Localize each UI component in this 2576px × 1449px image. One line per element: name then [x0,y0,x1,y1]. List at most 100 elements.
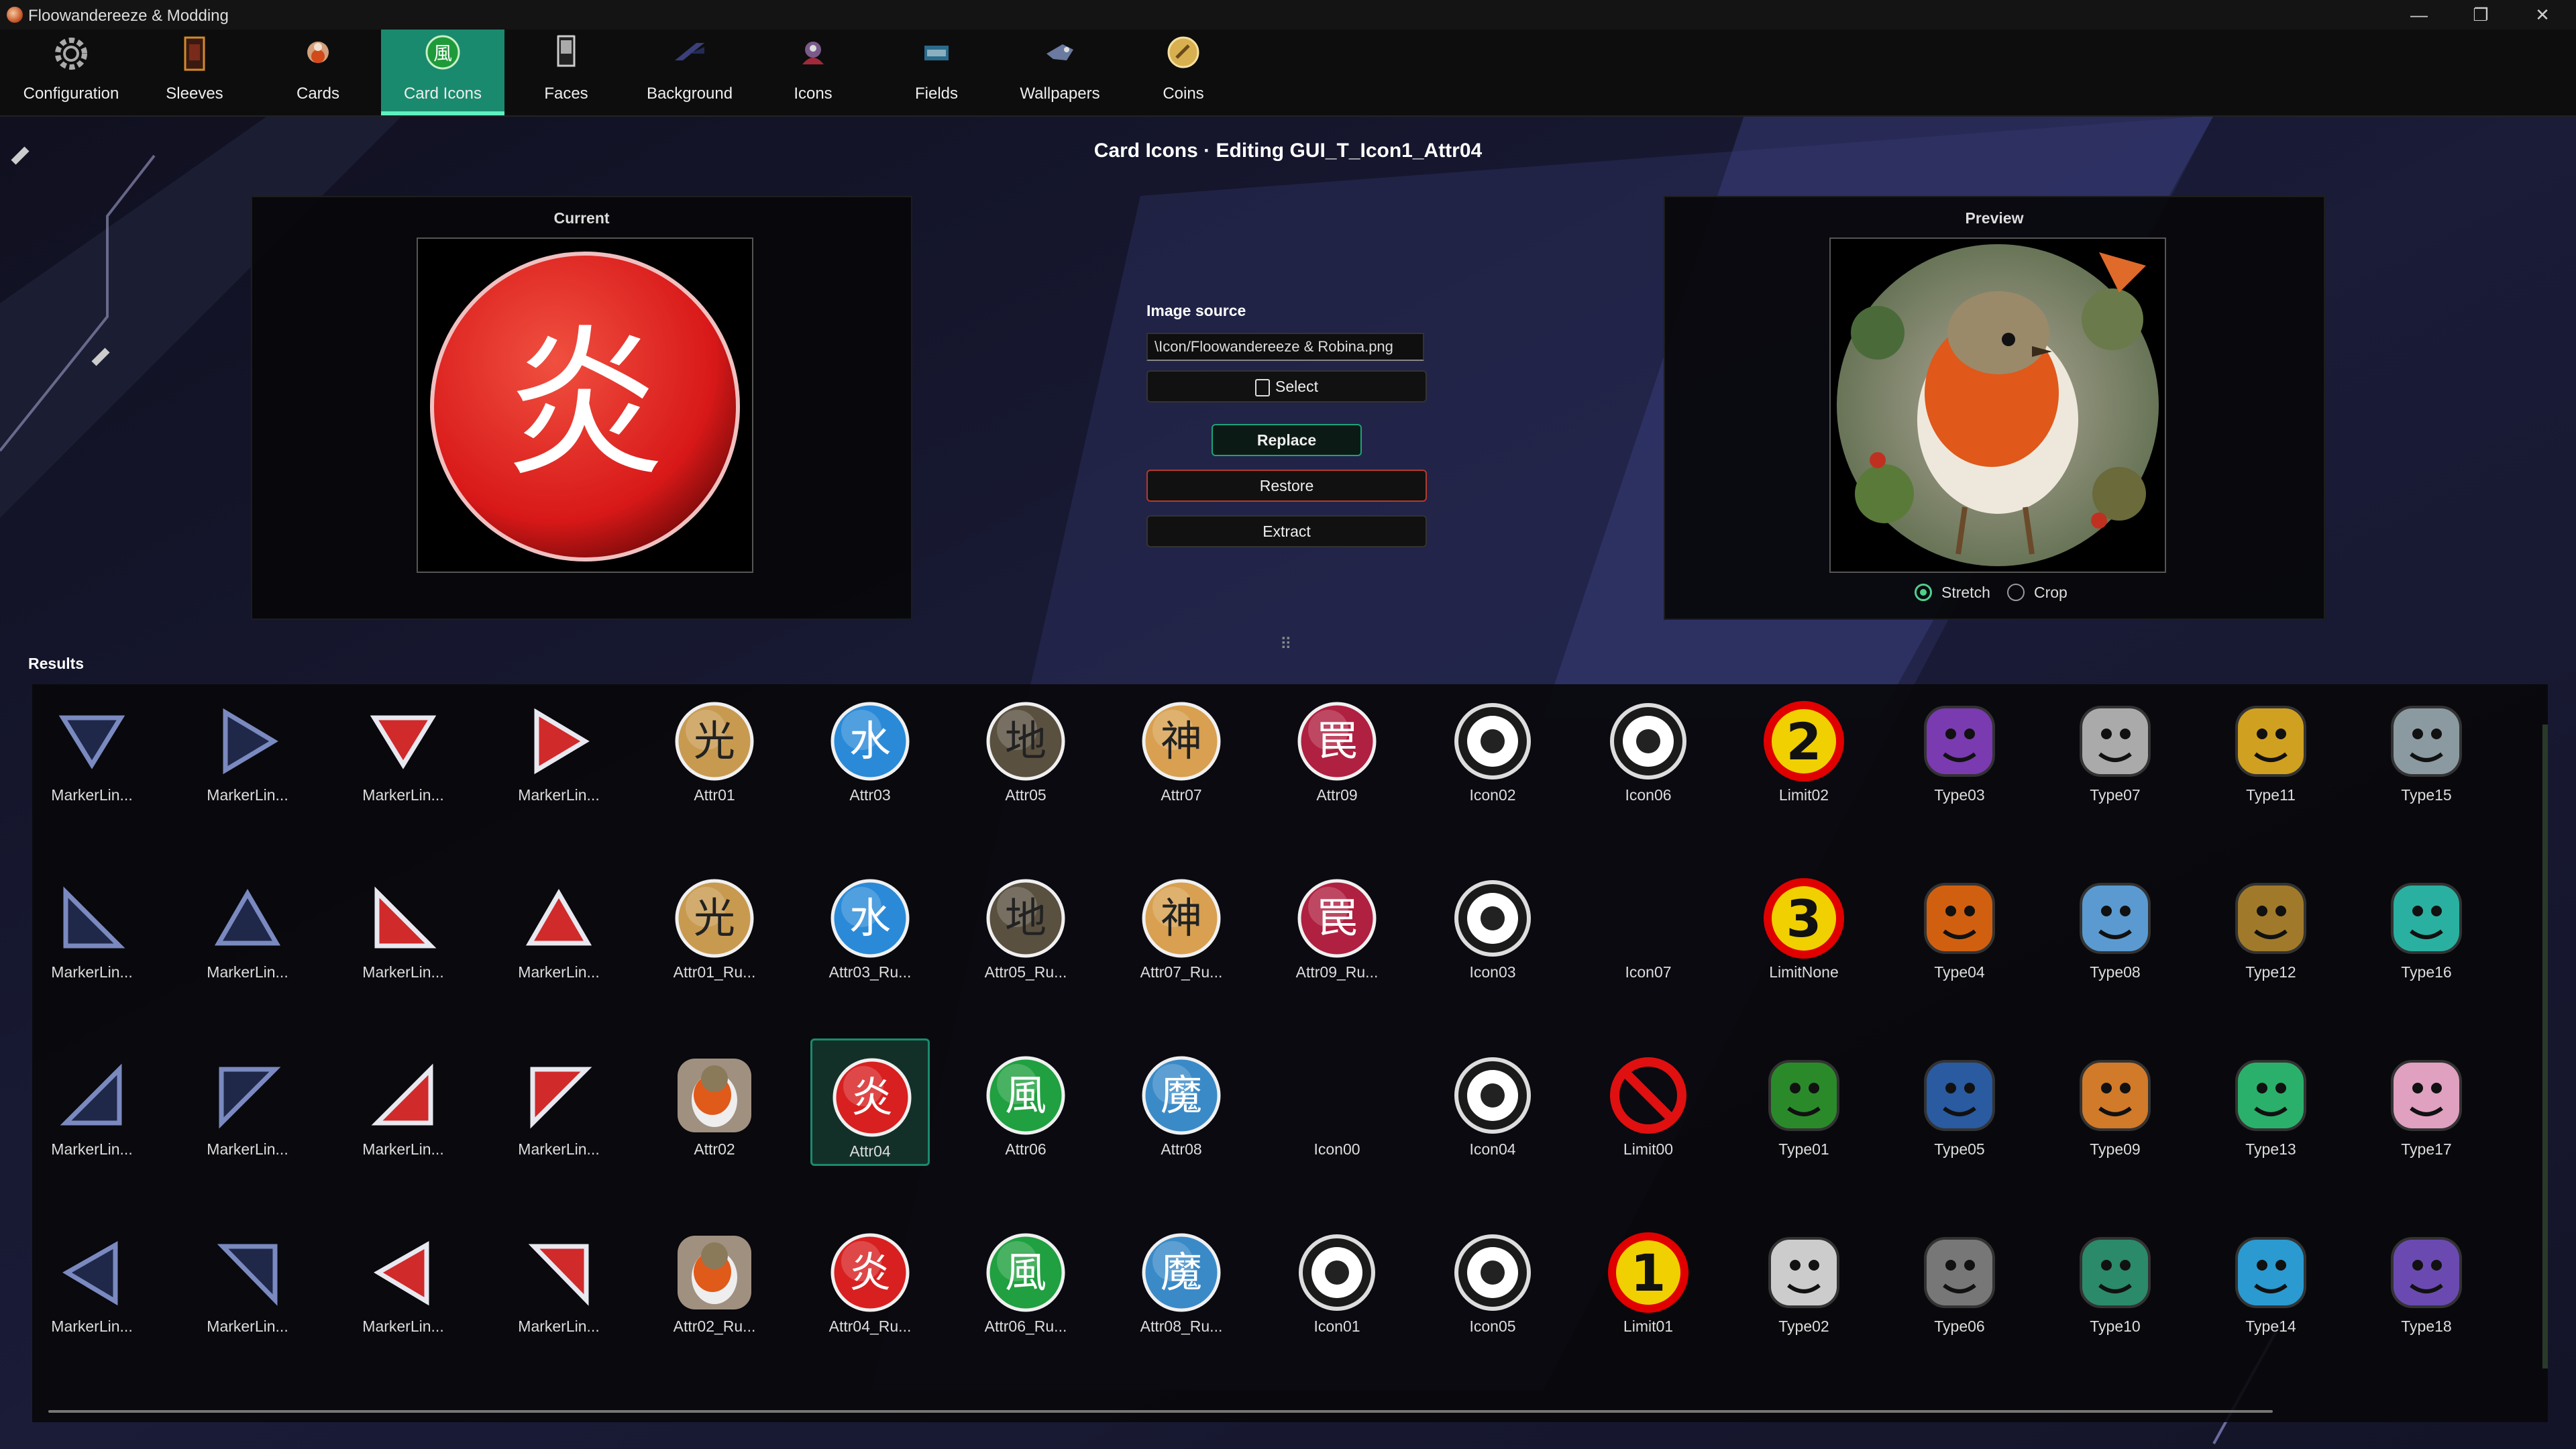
replace-button[interactable]: Replace [1212,424,1362,456]
svg-text:3: 3 [1786,889,1822,949]
tab-label: Wallpapers [1020,85,1100,103]
result-thumbnail: 風 [983,1230,1068,1315]
result-item[interactable]: 神 Attr07_Ru... [1122,861,1241,989]
restore-button[interactable]: Restore [1146,470,1427,502]
tab-label: Configuration [23,85,119,103]
result-item[interactable]: MarkerLin... [343,1216,463,1343]
extract-button[interactable]: Extract [1146,515,1427,547]
result-item[interactable]: Limit00 [1589,1038,1708,1166]
result-item[interactable]: Type07 [2055,684,2175,812]
select-button[interactable]: Select [1146,370,1427,402]
result-item[interactable]: Type03 [1900,684,2019,812]
result-item[interactable]: MarkerLin... [499,861,619,989]
result-item[interactable]: 1 Limit01 [1589,1216,1708,1343]
result-item[interactable]: 地 Attr05 [966,684,1085,812]
result-item[interactable]: 炎 Attr04_Ru... [810,1216,930,1343]
close-window-button[interactable]: ✕ [2512,0,2573,30]
result-item[interactable]: Icon05 [1433,1216,1552,1343]
minimize-button[interactable]: — [2388,0,2450,30]
result-item[interactable]: MarkerLin... [499,1216,619,1343]
result-item[interactable]: MarkerLin... [32,861,152,989]
result-label: Type07 [2090,786,2141,804]
tab-faces[interactable]: Faces [504,30,628,115]
result-item[interactable]: 罠 Attr09_Ru... [1277,861,1397,989]
result-item[interactable]: MarkerLin... [32,1038,152,1166]
result-item[interactable]: MarkerLin... [188,1038,307,1166]
result-item[interactable]: Type16 [2367,861,2486,989]
tab-card-icons[interactable]: 風 Card Icons [381,30,504,115]
result-thumbnail [517,699,601,784]
result-item[interactable]: Type18 [2367,1216,2486,1343]
splitter-handle[interactable]: ⠿ [1280,635,1292,654]
tab-configuration[interactable]: Configuration [9,30,133,115]
result-item[interactable]: MarkerLin... [499,1038,619,1166]
result-item[interactable]: Icon06 [1589,684,1708,812]
result-label: Icon07 [1625,963,1672,981]
svg-text:魔: 魔 [1161,1071,1202,1120]
result-item[interactable]: MarkerLin... [343,684,463,812]
tab-icons[interactable]: Icons [751,30,875,115]
result-item[interactable]: Attr02 [655,1038,774,1166]
preview-image [1829,237,2166,573]
tab-fields[interactable]: Fields [875,30,998,115]
result-item[interactable]: Icon04 [1433,1038,1552,1166]
result-label: Icon06 [1625,786,1672,804]
result-item[interactable]: Type15 [2367,684,2486,812]
result-item[interactable]: Type12 [2211,861,2330,989]
result-item[interactable]: MarkerLin... [343,1038,463,1166]
result-item[interactable]: 水 Attr03 [810,684,930,812]
result-item[interactable]: Type06 [1900,1216,2019,1343]
image-source-field[interactable] [1146,333,1424,361]
tab-wallpapers[interactable]: Wallpapers [998,30,1122,115]
tab-coins[interactable]: Coins [1122,30,1245,115]
result-item[interactable]: Icon00 [1277,1038,1397,1166]
result-item[interactable]: Type04 [1900,861,2019,989]
result-item[interactable]: 魔 Attr08_Ru... [1122,1216,1241,1343]
result-item[interactable]: MarkerLin... [32,684,152,812]
result-item[interactable]: Icon07 [1589,861,1708,989]
result-item[interactable]: 3 LimitNone [1744,861,1864,989]
result-item[interactable]: MarkerLin... [499,684,619,812]
result-label: MarkerLin... [518,786,600,804]
result-item[interactable]: 罠 Attr09 [1277,684,1397,812]
result-thumbnail [2384,699,2469,784]
result-item[interactable]: Type08 [2055,861,2175,989]
result-item[interactable]: 炎 Attr04 [810,1038,930,1166]
result-item[interactable]: Type05 [1900,1038,2019,1166]
restore-window-button[interactable]: ❐ [2450,0,2512,30]
result-item[interactable]: Type09 [2055,1038,2175,1166]
result-item[interactable]: MarkerLin... [188,861,307,989]
result-item[interactable]: 地 Attr05_Ru... [966,861,1085,989]
result-item[interactable]: Type10 [2055,1216,2175,1343]
result-item[interactable]: 風 Attr06 [966,1038,1085,1166]
result-item[interactable]: 光 Attr01_Ru... [655,861,774,989]
result-label: Attr09 [1316,786,1358,804]
result-item[interactable]: Type17 [2367,1038,2486,1166]
result-thumbnail: 風 [983,1053,1068,1138]
result-item[interactable]: 風 Attr06_Ru... [966,1216,1085,1343]
result-item[interactable]: 神 Attr07 [1122,684,1241,812]
tab-cards[interactable]: Cards [256,30,380,115]
result-item[interactable]: Attr02_Ru... [655,1216,774,1343]
result-item[interactable]: Type11 [2211,684,2330,812]
result-item[interactable]: 水 Attr03_Ru... [810,861,930,989]
result-item[interactable]: Icon01 [1277,1216,1397,1343]
result-item[interactable]: Icon02 [1433,684,1552,812]
result-item[interactable]: Icon03 [1433,861,1552,989]
result-item[interactable]: Type01 [1744,1038,1864,1166]
tab-background[interactable]: Background [628,30,751,115]
result-item[interactable]: MarkerLin... [343,861,463,989]
result-item[interactable]: 魔 Attr08 [1122,1038,1241,1166]
result-item[interactable]: Type13 [2211,1038,2330,1166]
horizontal-scrollbar[interactable] [48,1410,2273,1413]
result-item[interactable]: 光 Attr01 [655,684,774,812]
result-item[interactable]: Type14 [2211,1216,2330,1343]
result-item[interactable]: MarkerLin... [188,684,307,812]
radio-indicator [2007,584,2025,601]
result-item[interactable]: 2 Limit02 [1744,684,1864,812]
result-item[interactable]: MarkerLin... [32,1216,152,1343]
result-item[interactable]: Type02 [1744,1216,1864,1343]
result-item[interactable]: MarkerLin... [188,1216,307,1343]
next-column-edge [2542,724,2548,1368]
tab-sleeves[interactable]: Sleeves [133,30,256,115]
